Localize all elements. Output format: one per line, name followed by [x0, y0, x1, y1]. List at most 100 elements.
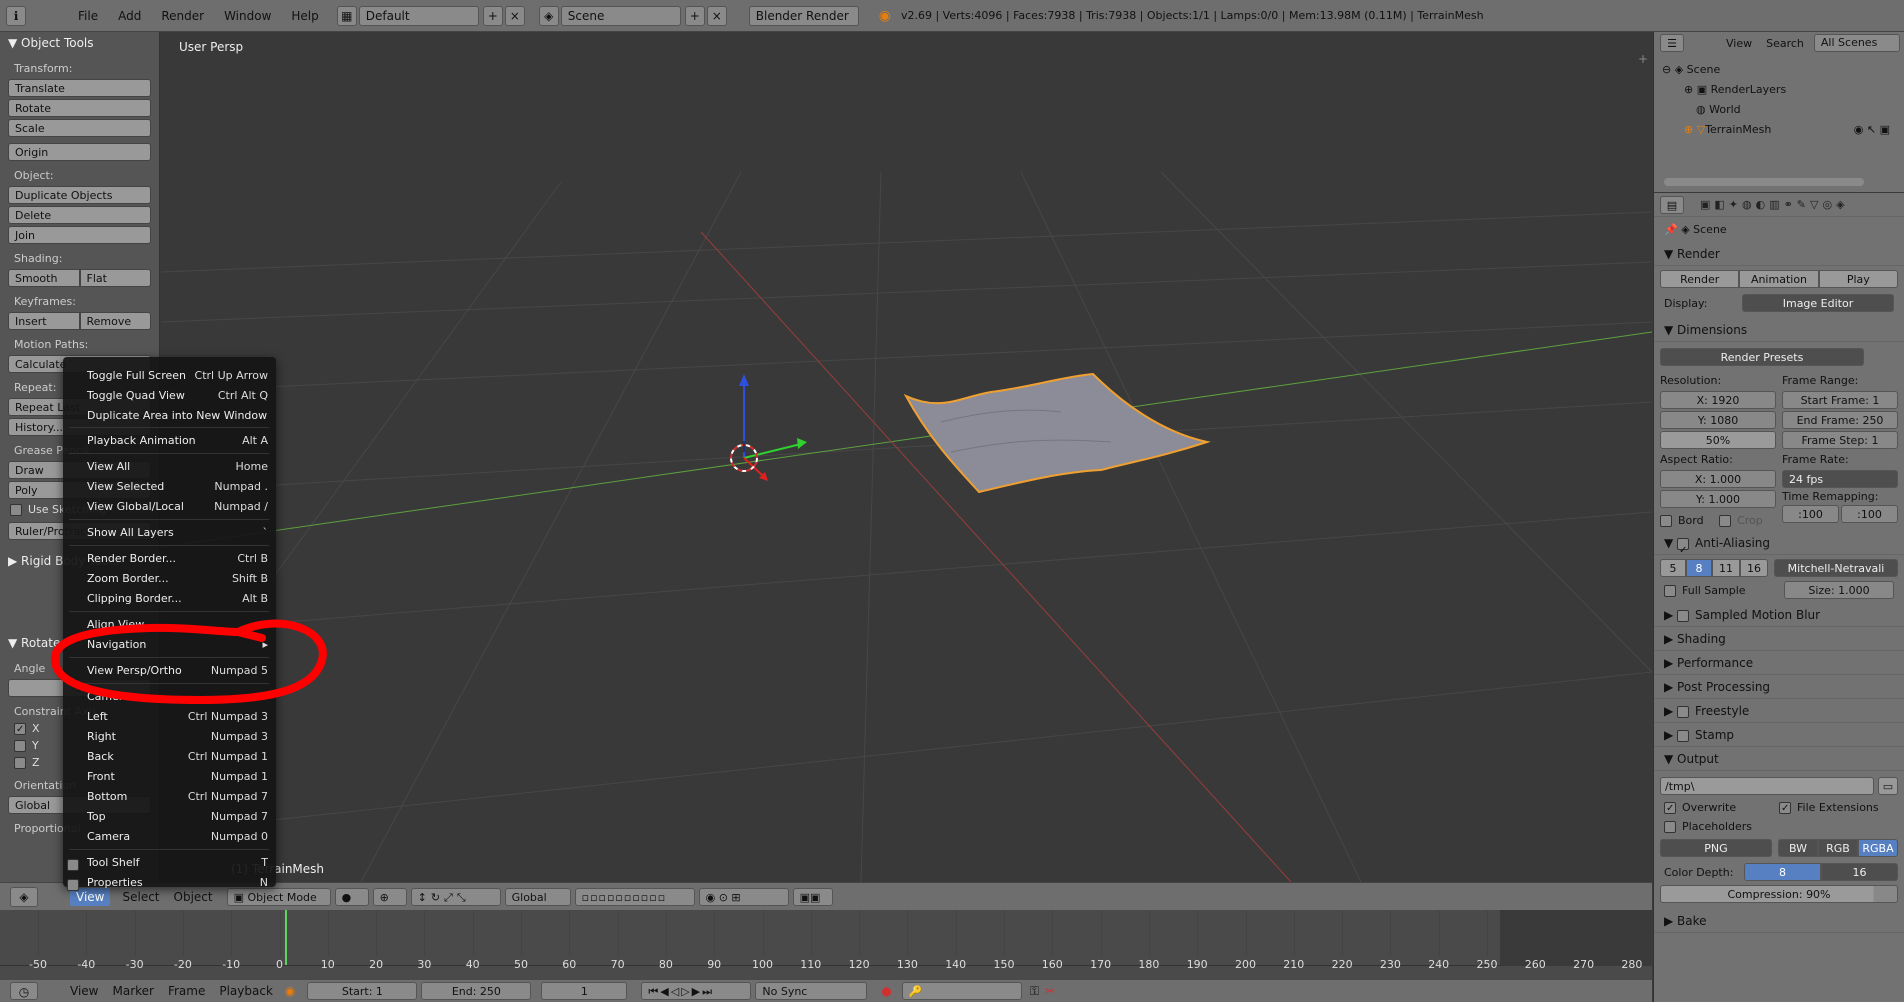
menu-item-front[interactable]: Front Numpad 1 [63, 770, 276, 788]
menu-item-checkbox[interactable] [67, 859, 79, 871]
end-frame-field[interactable]: End: 250 [421, 982, 532, 1000]
layers-grid[interactable]: ▫▫▫▫▫▫▫▫▫▫ [574, 887, 695, 906]
properties-toggle-icon[interactable]: + [1638, 52, 1648, 66]
render-engine-select[interactable]: Blender Render [748, 5, 859, 26]
border-checkbox[interactable] [1660, 515, 1672, 527]
outliner-row-renderlayers[interactable]: ⊕ ▣ RenderLayers [1662, 80, 1904, 100]
compression-slider[interactable]: Compression: 90% [1660, 885, 1898, 903]
outliner-row-scene[interactable]: ⊖ ◈ Scene [1662, 60, 1904, 80]
animation-button[interactable]: Animation [1739, 270, 1819, 288]
aa-samples-8[interactable]: 8 [1686, 559, 1712, 577]
timeline-frame-menu[interactable]: Frame [168, 984, 205, 998]
output-panel-header[interactable]: ▼ Output [1654, 747, 1904, 771]
overwrite-checkbox[interactable] [1664, 802, 1676, 814]
remap-old-field[interactable]: :100 [1782, 505, 1839, 523]
context-tabs-icons[interactable]: ▣◧✦◍◐▥⚭✎▽◎◈ [1700, 198, 1849, 211]
translate-button[interactable]: Translate [8, 79, 151, 97]
delete-button[interactable]: Delete [8, 206, 151, 224]
menu-item-playback-animation[interactable]: Playback Animation Alt A [63, 434, 276, 452]
proportional-edit-toggles[interactable]: ◉ ⊙ ⊞ [698, 887, 789, 906]
rotate-button[interactable]: Rotate [8, 99, 151, 117]
timeline-playback-menu[interactable]: Playback [219, 984, 273, 998]
gizmo-z-arrow[interactable] [739, 374, 749, 386]
start-frame-field[interactable]: Start: 1 [307, 982, 418, 1000]
playback-controls[interactable]: ⏮◀◁▷▶⏭ [641, 982, 752, 1000]
post-processing-panel-header[interactable]: ▶ Post Processing [1654, 675, 1904, 699]
render-panel-header[interactable]: ▼ Render [1654, 242, 1904, 266]
keying-set-icon[interactable]: ◉ [285, 984, 295, 998]
bake-panel-header[interactable]: ▶ Bake [1654, 909, 1904, 933]
resolution-x-field[interactable]: X: 1920 [1660, 391, 1776, 409]
scene-icon[interactable]: ◈ [538, 5, 559, 26]
current-frame-line[interactable] [285, 910, 287, 966]
terrain-mesh[interactable] [903, 372, 1211, 494]
aa-samples-11[interactable]: 11 [1712, 559, 1740, 577]
editor-type-timeline-icon[interactable]: ◷ [10, 982, 38, 1000]
motion-blur-checkbox[interactable] [1677, 609, 1690, 622]
gizmo-y-arrow[interactable] [797, 438, 807, 449]
anti-aliasing-panel-header[interactable]: ▼ Anti-Aliasing [1654, 531, 1904, 555]
freestyle-panel-header[interactable]: ▶ Freestyle [1654, 699, 1904, 723]
menu-item-navigation[interactable]: Navigation ▸ [63, 638, 276, 656]
render-button[interactable]: Render [1660, 270, 1740, 288]
remove-keyframe-button[interactable]: Remove [79, 312, 151, 330]
orientation-select[interactable]: Global [504, 887, 571, 906]
outliner-filter-select[interactable]: All Scenes [1813, 34, 1900, 52]
start-frame-field[interactable]: Start Frame: 1 [1782, 391, 1898, 409]
editor-type-icon[interactable]: ℹ [6, 5, 26, 26]
flat-button[interactable]: Flat [79, 269, 151, 287]
color-rgba-button[interactable]: RGBA [1858, 839, 1898, 857]
menu-item-view-global-local[interactable]: View Global/Local Numpad / [63, 500, 276, 518]
remap-new-field[interactable]: :100 [1841, 505, 1898, 523]
insert-keyframe-icon[interactable]: ⚿ [1030, 984, 1039, 999]
menu-item-left[interactable]: Left Ctrl Numpad 3 [63, 710, 276, 728]
timeline-area[interactable]: -50 -40 -30 -20 -10 0 10 20 30 40 50 60 70 80 90 100 110… [0, 910, 1652, 980]
anti-aliasing-checkbox[interactable] [1677, 537, 1690, 550]
aa-samples-16[interactable]: 16 [1740, 559, 1768, 577]
resolution-y-field[interactable]: Y: 1080 [1660, 411, 1776, 429]
stamp-panel-header[interactable]: ▶ Stamp [1654, 723, 1904, 747]
color-rgb-button[interactable]: RGB [1818, 839, 1858, 857]
outliner-row-terrainmesh[interactable]: ⊕ ▽ TerrainMesh ◉ ↖ ▣ [1662, 120, 1904, 140]
menu-item-show-all-layers[interactable]: Show All Layers ` [63, 526, 276, 544]
menu-help[interactable]: Help [281, 9, 328, 23]
menu-file[interactable]: File [68, 9, 108, 23]
full-sample-checkbox[interactable] [1664, 584, 1676, 597]
screen-layout-icon[interactable]: ▦ [336, 5, 357, 26]
duplicate-objects-button[interactable]: Duplicate Objects [8, 186, 151, 204]
menu-item-tool-shelf[interactable]: Tool Shelf T [63, 856, 276, 874]
motion-blur-panel-header[interactable]: ▶ Sampled Motion Blur [1654, 603, 1904, 627]
end-frame-field[interactable]: End Frame: 250 [1782, 411, 1898, 429]
frame-rate-select[interactable]: 24 fps [1782, 470, 1898, 488]
timeline-view-menu[interactable]: View [70, 984, 98, 998]
menu-item-view-all[interactable]: View All Home [63, 460, 276, 478]
menu-item-align-view[interactable]: Align View ▸ [63, 618, 276, 636]
outliner-search-menu[interactable]: Search [1766, 37, 1804, 50]
current-frame-field[interactable]: 1 [541, 982, 628, 1000]
stamp-checkbox[interactable] [1677, 729, 1690, 742]
screen-layout-field[interactable]: Default [358, 5, 479, 26]
menu-item-properties[interactable]: Properties N [63, 876, 276, 894]
insert-keyframe-button[interactable]: Insert [8, 312, 80, 330]
placeholders-checkbox[interactable] [1664, 821, 1676, 833]
menu-item-view-selected[interactable]: View Selected Numpad . [63, 480, 276, 498]
constraint-y-checkbox[interactable] [14, 740, 26, 752]
object-tools-header[interactable]: ▼ Object Tools [0, 32, 159, 54]
viewport-canvas[interactable] [161, 32, 1652, 882]
menu-item-view-persp-ortho[interactable]: View Persp/Ortho Numpad 5 [63, 664, 276, 682]
menu-add[interactable]: Add [108, 9, 151, 23]
aa-filter-select[interactable]: Mitchell-Netravali [1774, 559, 1898, 577]
color-bw-button[interactable]: BW [1778, 839, 1818, 857]
menu-render[interactable]: Render [151, 9, 214, 23]
outliner-type-icon[interactable]: ☰ [1660, 34, 1684, 52]
visibility-eye-icon[interactable]: ◉ ↖ ▣ [1854, 120, 1890, 140]
output-path-field[interactable]: /tmp\ [1660, 777, 1874, 795]
shading-panel-header[interactable]: ▶ Shading [1654, 627, 1904, 651]
aspect-y-field[interactable]: Y: 1.000 [1660, 490, 1776, 508]
editor-type-3d-icon[interactable]: ◈ [10, 886, 38, 907]
pivot-select[interactable]: ⊕ [372, 887, 407, 906]
color-depth-16[interactable]: 16 [1821, 863, 1898, 881]
manipulator-toggles[interactable]: ↕↻⤢⤡ [410, 887, 501, 906]
delete-keyframe-icon[interactable]: ✂ [1045, 984, 1055, 998]
menu-item-duplicate-area-into-new-window[interactable]: Duplicate Area into New Window [63, 409, 276, 427]
